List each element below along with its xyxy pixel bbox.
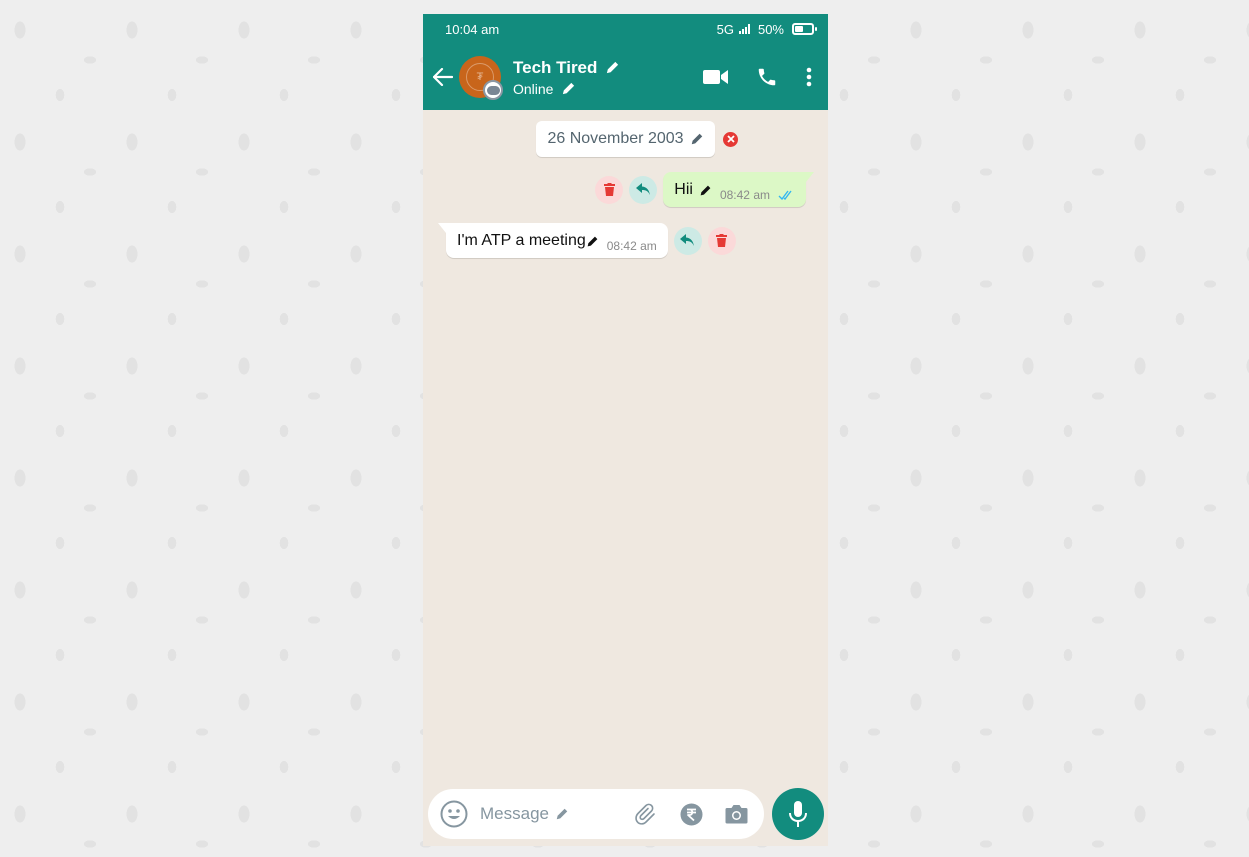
message-row-outgoing: Hii 08:42 am — [595, 172, 814, 207]
status-indicators: 5G 50% — [716, 21, 817, 37]
emoji-icon[interactable] — [440, 800, 468, 828]
back-button[interactable] — [431, 65, 455, 89]
delete-message-button[interactable] — [595, 175, 624, 204]
reply-message-button[interactable] — [629, 175, 658, 204]
more-options-button[interactable] — [806, 67, 812, 87]
phone-frame: 10:04 am 5G 50% ₮ Tech Tired Online 26 N… — [423, 14, 828, 846]
video-call-button[interactable] — [703, 69, 728, 85]
message-text: Hii — [674, 181, 693, 198]
battery-icon — [792, 23, 817, 35]
trash-icon — [716, 234, 728, 247]
contact-avatar[interactable]: ₮ — [459, 56, 503, 100]
message-text: I'm ATP a meeting — [457, 232, 586, 249]
reply-message-button[interactable] — [673, 226, 702, 255]
edit-message-icon[interactable] — [586, 235, 599, 248]
message-input-box[interactable]: Message — [428, 789, 764, 839]
attach-icon[interactable] — [634, 802, 658, 826]
date-row: 26 November 2003 — [423, 121, 828, 157]
voice-message-button[interactable] — [772, 788, 824, 840]
message-bubble-outgoing[interactable]: Hii 08:42 am — [663, 172, 814, 207]
network-type: 5G — [716, 21, 734, 37]
message-time: 08:42 am — [606, 239, 657, 253]
trash-icon — [603, 183, 615, 196]
message-bubble-incoming[interactable]: I'm ATP a meeting 08:42 am — [438, 223, 668, 258]
contact-name: Tech Tired — [513, 57, 598, 77]
delete-message-button[interactable] — [707, 226, 736, 255]
signal-icon — [738, 24, 750, 34]
edit-date-icon[interactable] — [690, 132, 704, 146]
upload-photo-icon[interactable] — [483, 80, 503, 100]
date-text: 26 November 2003 — [547, 130, 684, 147]
read-receipt-icon — [778, 190, 792, 200]
message-placeholder: Message — [480, 804, 549, 823]
remove-date-button[interactable] — [723, 131, 738, 147]
voice-call-icon — [758, 68, 776, 86]
message-time: 08:42 am — [719, 188, 770, 202]
voice-call-button[interactable] — [756, 66, 778, 88]
edit-message-icon[interactable] — [699, 184, 712, 197]
video-call-icon — [703, 70, 728, 84]
rupee-payment-icon[interactable] — [680, 803, 703, 826]
camera-icon[interactable] — [725, 804, 748, 824]
chat-header: ₮ Tech Tired Online — [423, 44, 828, 110]
microphone-icon — [789, 801, 807, 827]
chat-area: 26 November 2003 Hii 08:42 am I'm ATP a … — [423, 110, 828, 846]
reply-icon — [680, 234, 695, 246]
edit-name-icon[interactable] — [605, 60, 620, 75]
message-row-incoming: I'm ATP a meeting 08:42 am — [438, 223, 736, 258]
battery-percent: 50% — [757, 21, 784, 37]
status-time: 10:04 am — [445, 21, 500, 37]
edit-placeholder-icon[interactable] — [555, 807, 569, 821]
message-input[interactable]: Message — [480, 804, 634, 824]
close-icon — [726, 135, 735, 143]
status-bar: 10:04 am 5G 50% — [423, 14, 828, 44]
reply-icon — [635, 183, 650, 195]
contact-presence: Online — [513, 80, 554, 97]
date-chip: 26 November 2003 — [536, 121, 715, 157]
message-composer: Message — [428, 788, 824, 840]
back-arrow-icon — [433, 68, 453, 86]
more-options-icon — [806, 67, 812, 87]
contact-info[interactable]: Tech Tired Online — [513, 58, 620, 97]
edit-presence-icon[interactable] — [561, 81, 576, 96]
